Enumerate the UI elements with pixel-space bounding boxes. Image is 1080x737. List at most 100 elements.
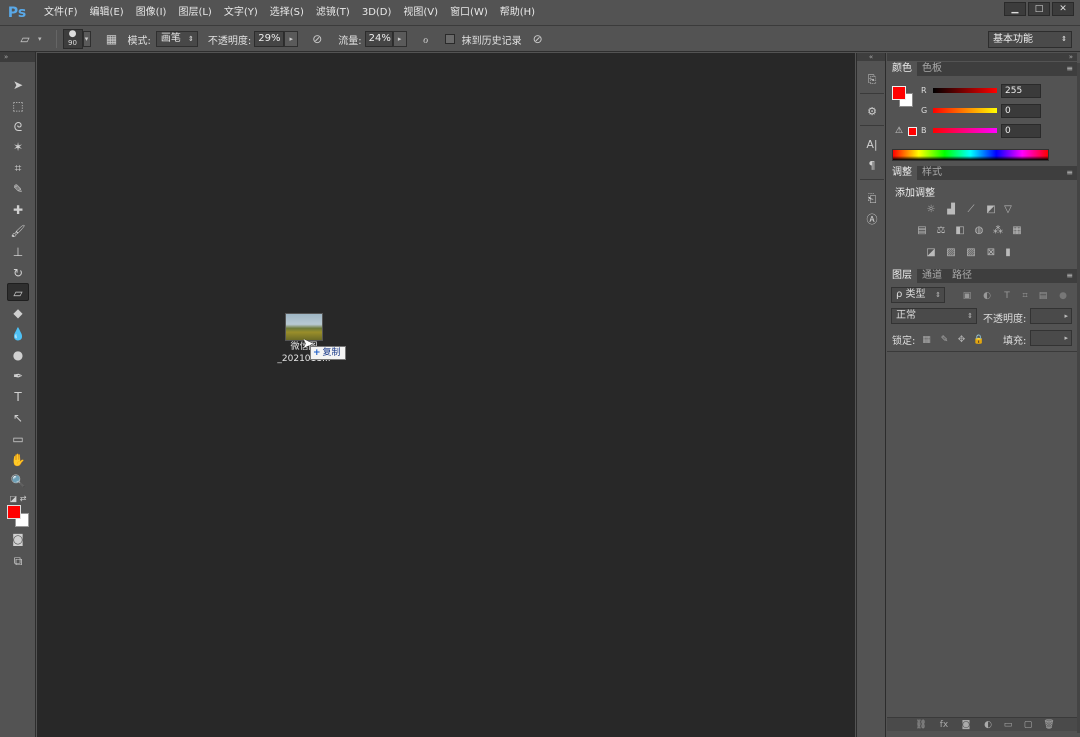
flow-input[interactable]: 24% xyxy=(364,31,393,47)
brush-panel-toggle-icon[interactable]: ▦ xyxy=(103,30,121,48)
tab-paths[interactable]: 路径 xyxy=(947,269,977,283)
tools-collapse-icon[interactable]: » xyxy=(0,52,35,62)
airbrush-icon[interactable]: ℴ xyxy=(417,30,435,48)
layer-filter-kind-select[interactable]: ρ 类型 ⇕ xyxy=(891,287,945,303)
tab-swatches[interactable]: 色板 xyxy=(917,62,947,76)
workspace-select[interactable]: 基本功能 ⇕ xyxy=(988,31,1072,48)
tab-layers[interactable]: 图层 xyxy=(887,269,917,283)
panel-foreground-swatch[interactable] xyxy=(892,86,906,100)
tab-channels[interactable]: 通道 xyxy=(917,269,947,283)
brush-presets-icon[interactable]: ⎗ xyxy=(862,190,882,208)
menu-filter[interactable]: 滤镜(T) xyxy=(310,0,356,26)
new-layer-icon[interactable]: ▢ xyxy=(1021,719,1035,731)
quick-mask-icon[interactable]: ◙ xyxy=(7,530,29,548)
menu-view[interactable]: 视图(V) xyxy=(397,0,444,26)
lock-pixels-icon[interactable]: ✎ xyxy=(939,335,950,346)
new-adjustment-layer-icon[interactable]: ◐ xyxy=(981,719,995,731)
tab-color[interactable]: 颜色 xyxy=(887,62,917,76)
lock-transparency-icon[interactable]: ▦ xyxy=(921,335,932,346)
invert-icon[interactable]: ◪ xyxy=(924,247,938,259)
red-value-input[interactable]: 255 xyxy=(1001,84,1041,98)
layer-style-fx-icon[interactable]: fx xyxy=(937,719,951,731)
magic-wand-tool-icon[interactable]: ✶ xyxy=(7,138,29,156)
character-panel-icon[interactable]: A| xyxy=(862,136,882,154)
filter-type-icon[interactable]: T xyxy=(1001,290,1013,302)
levels-icon[interactable]: ▟ xyxy=(944,204,958,216)
green-value-input[interactable]: 0 xyxy=(1001,104,1041,118)
paragraph-panel-icon[interactable]: ¶ xyxy=(862,157,882,175)
fill-input[interactable]: ▸ xyxy=(1030,330,1072,346)
layer-opacity-input[interactable]: ▸ xyxy=(1030,308,1072,324)
add-mask-icon[interactable]: ◙ xyxy=(959,719,973,731)
gamut-warning-icon[interactable]: ⚠ xyxy=(895,126,903,136)
properties-panel-icon[interactable]: ⚙ xyxy=(862,103,882,121)
brush-size-picker[interactable]: ● 90 xyxy=(62,29,83,49)
maximize-button[interactable]: □ xyxy=(1028,2,1050,16)
menu-select[interactable]: 选择(S) xyxy=(264,0,310,26)
filter-pixel-icon[interactable]: ▣ xyxy=(961,290,973,302)
panel-menu-icon[interactable]: ≡ xyxy=(1066,166,1073,180)
pressure-opacity-icon[interactable]: ⊘ xyxy=(308,30,326,48)
threshold-icon[interactable]: ▨ xyxy=(964,247,978,259)
erase-history-checkbox[interactable] xyxy=(444,34,455,44)
filter-adjustment-icon[interactable]: ◐ xyxy=(981,290,993,302)
foreground-color-swatch[interactable] xyxy=(7,505,21,519)
document-canvas-area[interactable]: 微信图 _2021011... ➤ + 复制 xyxy=(37,53,855,737)
lock-position-icon[interactable]: ✥ xyxy=(956,335,967,346)
opacity-arrow[interactable]: ▸ xyxy=(284,31,299,47)
gamut-swatch[interactable] xyxy=(908,127,917,136)
blend-mode-select[interactable]: 正常 ⇕ xyxy=(891,308,977,324)
menu-edit[interactable]: 编辑(E) xyxy=(84,0,130,26)
selective-color-icon[interactable]: ⊠ xyxy=(984,247,998,259)
filter-shape-icon[interactable]: ⌗ xyxy=(1019,290,1031,302)
menu-image[interactable]: 图像(I) xyxy=(130,0,173,26)
path-selection-tool-icon[interactable]: ↖ xyxy=(7,409,29,427)
menu-3d[interactable]: 3D(D) xyxy=(356,0,398,26)
link-layers-icon[interactable]: ⛓ xyxy=(914,719,928,731)
dodge-tool-icon[interactable]: ● xyxy=(7,346,29,364)
menu-window[interactable]: 窗口(W) xyxy=(444,0,494,26)
channel-mixer-icon[interactable]: ⁂ xyxy=(991,225,1005,237)
filter-toggle-icon[interactable]: ● xyxy=(1057,290,1069,302)
color-balance-icon[interactable]: ⚖ xyxy=(934,225,948,237)
lock-all-icon[interactable]: 🔒 xyxy=(973,335,984,346)
panel-menu-icon[interactable]: ≡ xyxy=(1066,62,1073,76)
menu-layer[interactable]: 图层(L) xyxy=(172,0,217,26)
brush-tool-icon[interactable]: 🖌 xyxy=(7,222,29,240)
zoom-tool-icon[interactable]: 🔍 xyxy=(7,472,29,490)
hue-saturation-icon[interactable]: ▤ xyxy=(915,225,929,237)
vibrance-icon[interactable]: ▽ xyxy=(1001,204,1015,216)
rectangle-tool-icon[interactable]: ▭ xyxy=(7,430,29,448)
blue-slider[interactable] xyxy=(933,128,997,133)
exposure-icon[interactable]: ◩ xyxy=(984,204,998,216)
tool-preset-arrow-icon[interactable]: ▾ xyxy=(38,35,42,43)
lasso-tool-icon[interactable]: ᘓ xyxy=(7,118,29,136)
healing-brush-tool-icon[interactable]: ✚ xyxy=(7,201,29,219)
move-tool-icon[interactable]: ➤ xyxy=(7,76,29,94)
blur-tool-icon[interactable]: 💧 xyxy=(7,325,29,343)
marquee-tool-icon[interactable]: ⬚ xyxy=(7,97,29,115)
screen-mode-icon[interactable]: ⧉ xyxy=(7,552,29,570)
menu-file[interactable]: 文件(F) xyxy=(38,0,84,26)
history-panel-icon[interactable]: ⎘ xyxy=(862,71,882,89)
green-slider[interactable] xyxy=(933,108,997,113)
character-styles-icon[interactable]: Ⓐ xyxy=(862,211,882,229)
posterize-icon[interactable]: ▨ xyxy=(944,247,958,259)
delete-layer-icon[interactable]: 🗑 xyxy=(1042,719,1056,731)
color-spectrum-bar[interactable] xyxy=(892,149,1049,161)
type-tool-icon[interactable]: T xyxy=(7,388,29,406)
black-white-icon[interactable]: ◧ xyxy=(953,225,967,237)
photo-filter-icon[interactable]: ◍ xyxy=(972,225,986,237)
curves-icon[interactable]: ⟋ xyxy=(964,204,978,216)
opacity-input[interactable]: 29% xyxy=(254,31,285,47)
eraser-tool-icon[interactable]: ▱ xyxy=(16,30,34,48)
flow-arrow[interactable]: ▸ xyxy=(392,31,407,47)
eyedropper-tool-icon[interactable]: ✎ xyxy=(7,180,29,198)
red-slider[interactable] xyxy=(933,88,997,93)
hand-tool-icon[interactable]: ✋ xyxy=(7,451,29,469)
crop-tool-icon[interactable]: ⌗ xyxy=(7,159,29,177)
mode-select[interactable]: 画笔 ⇕ xyxy=(155,31,198,47)
color-lookup-icon[interactable]: ▦ xyxy=(1010,225,1024,237)
menu-help[interactable]: 帮助(H) xyxy=(494,0,541,26)
new-group-icon[interactable]: ▭ xyxy=(1001,719,1015,731)
